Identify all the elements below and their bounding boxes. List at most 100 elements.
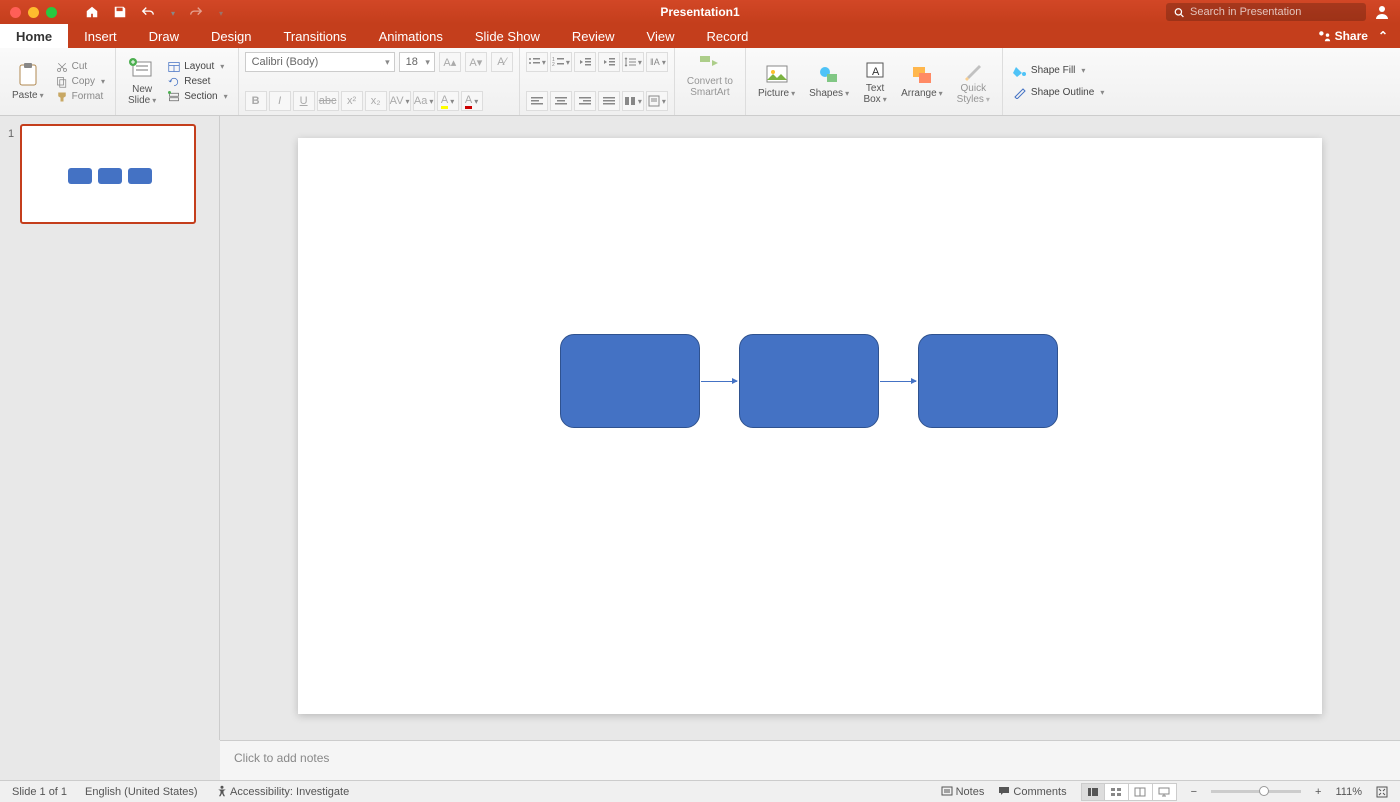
reading-view-button[interactable] — [1129, 783, 1153, 801]
tab-slide-show[interactable]: Slide Show — [459, 24, 556, 48]
connector-arrow-2[interactable] — [880, 381, 916, 382]
slide-thumbnail-1[interactable]: 1 — [8, 124, 211, 224]
justify-button[interactable] — [598, 91, 620, 111]
redo-icon[interactable] — [189, 5, 203, 19]
picture-icon — [765, 64, 789, 86]
tab-record[interactable]: Record — [691, 24, 765, 48]
smartart-group: Convert to SmartArt — [675, 48, 746, 115]
home-icon[interactable] — [85, 5, 99, 19]
tab-transitions[interactable]: Transitions — [267, 24, 362, 48]
new-slide-button[interactable]: New Slide — [122, 58, 162, 106]
clear-formatting-button[interactable]: A⁄ — [491, 52, 513, 72]
tab-design[interactable]: Design — [195, 24, 267, 48]
shape-fill-button[interactable]: Shape Fill — [1009, 64, 1108, 78]
columns-button[interactable] — [622, 91, 644, 111]
zoom-out-button[interactable]: − — [1191, 786, 1197, 798]
slideshow-view-button[interactable] — [1153, 783, 1177, 801]
accessibility-checker[interactable]: Accessibility: Investigate — [216, 785, 350, 798]
italic-button[interactable]: I — [269, 91, 291, 111]
convert-smartart-button[interactable]: Convert to SmartArt — [681, 52, 739, 98]
normal-view-button[interactable] — [1081, 783, 1105, 801]
highlight-button[interactable]: A — [437, 91, 459, 111]
subscript-button[interactable]: x₂ — [365, 91, 387, 111]
align-right-button[interactable] — [574, 91, 596, 111]
language-indicator[interactable]: English (United States) — [85, 786, 198, 798]
slide-1[interactable] — [298, 138, 1322, 714]
font-color-button[interactable]: A — [461, 91, 483, 111]
slide-canvas-area[interactable] — [220, 116, 1400, 740]
tab-animations[interactable]: Animations — [363, 24, 459, 48]
rounded-rect-shape-2[interactable] — [739, 334, 879, 428]
decrease-indent-button[interactable] — [574, 52, 596, 72]
slide-counter[interactable]: Slide 1 of 1 — [12, 786, 67, 798]
share-button[interactable]: Share ⌃ — [1305, 24, 1400, 48]
account-icon[interactable] — [1374, 4, 1390, 20]
connector-arrow-1[interactable] — [701, 381, 737, 382]
bold-button[interactable]: B — [245, 91, 267, 111]
tab-draw[interactable]: Draw — [133, 24, 195, 48]
underline-button[interactable]: U — [293, 91, 315, 111]
reset-icon — [168, 76, 180, 88]
workspace: 1 — [0, 116, 1400, 740]
section-button[interactable]: Section — [164, 90, 231, 104]
format-painter-button[interactable]: Format — [52, 90, 109, 104]
align-center-button[interactable] — [550, 91, 572, 111]
font-name-select[interactable]: Calibri (Body) — [245, 52, 395, 72]
tab-review[interactable]: Review — [556, 24, 631, 48]
notes-toggle[interactable]: Notes — [941, 786, 985, 798]
increase-font-button[interactable]: A▴ — [439, 52, 461, 72]
minimize-window-button[interactable] — [28, 7, 39, 18]
strikethrough-button[interactable]: abc — [317, 91, 339, 111]
qat-customize[interactable] — [217, 5, 223, 19]
search-input[interactable] — [1190, 6, 1358, 18]
cut-button[interactable]: Cut — [52, 60, 109, 74]
bullets-button[interactable] — [526, 52, 548, 72]
zoom-level[interactable]: 111% — [1335, 786, 1362, 798]
shapes-button[interactable]: Shapes — [803, 64, 855, 99]
paste-button[interactable]: Paste — [6, 62, 50, 101]
save-icon[interactable] — [113, 5, 127, 19]
tab-insert[interactable]: Insert — [68, 24, 133, 48]
line-spacing-button[interactable] — [622, 52, 644, 72]
section-icon — [168, 91, 180, 103]
zoom-slider[interactable] — [1211, 790, 1301, 793]
comments-toggle[interactable]: Comments — [998, 786, 1066, 798]
numbering-button[interactable]: 12 — [550, 52, 572, 72]
view-buttons — [1081, 783, 1177, 801]
rounded-rect-shape-3[interactable] — [918, 334, 1058, 428]
decrease-font-button[interactable]: A▾ — [465, 52, 487, 72]
arrange-button[interactable]: Arrange — [895, 64, 949, 99]
styles-icon — [961, 59, 985, 81]
zoom-in-button[interactable]: + — [1315, 786, 1321, 798]
notes-pane[interactable]: Click to add notes — [220, 740, 1400, 780]
sorter-view-button[interactable] — [1105, 783, 1129, 801]
search-box[interactable] — [1166, 3, 1366, 21]
reset-button[interactable]: Reset — [164, 75, 231, 89]
tab-view[interactable]: View — [631, 24, 691, 48]
pen-icon — [1013, 87, 1027, 99]
shape-outline-button[interactable]: Shape Outline — [1009, 86, 1108, 100]
quick-access-toolbar — [85, 5, 223, 19]
increase-indent-button[interactable] — [598, 52, 620, 72]
svg-text:2: 2 — [552, 62, 555, 68]
maximize-window-button[interactable] — [46, 7, 57, 18]
close-window-button[interactable] — [10, 7, 21, 18]
align-left-button[interactable] — [526, 91, 548, 111]
layout-button[interactable]: Layout — [164, 60, 231, 74]
superscript-button[interactable]: x² — [341, 91, 363, 111]
rounded-rect-shape-1[interactable] — [560, 334, 700, 428]
align-text-button[interactable] — [646, 91, 668, 111]
undo-dropdown[interactable] — [169, 5, 175, 19]
fit-to-window-button[interactable] — [1376, 786, 1388, 798]
char-spacing-button[interactable]: AV — [389, 91, 411, 111]
undo-icon[interactable] — [141, 5, 155, 19]
copy-button[interactable]: Copy — [52, 75, 109, 89]
textbox-button[interactable]: A Text Box — [857, 59, 893, 105]
quick-styles-button[interactable]: Quick Styles — [951, 59, 996, 105]
font-size-select[interactable]: 18 — [399, 52, 435, 72]
text-direction-button[interactable]: ‖A — [646, 52, 668, 72]
change-case-button[interactable]: Aa — [413, 91, 435, 111]
tab-home[interactable]: Home — [0, 24, 68, 48]
quick-styles-label: Quick Styles — [957, 83, 990, 105]
picture-button[interactable]: Picture — [752, 64, 801, 99]
